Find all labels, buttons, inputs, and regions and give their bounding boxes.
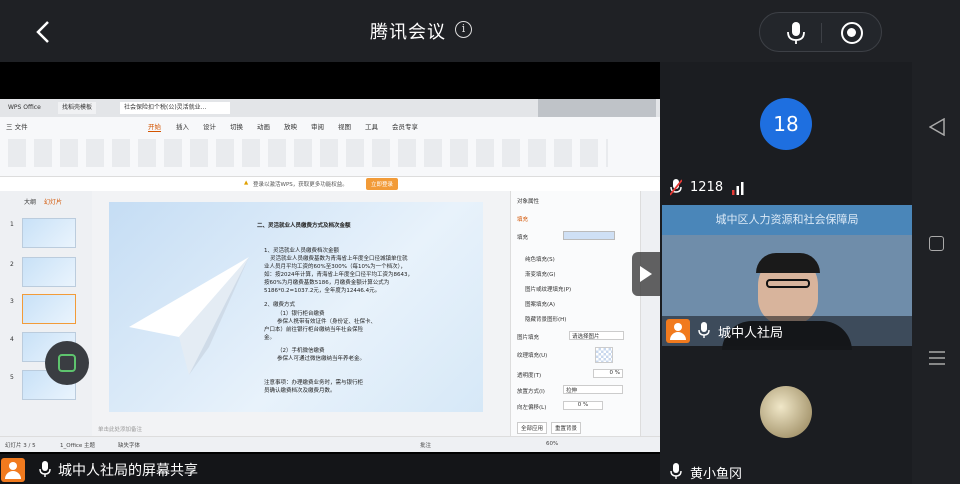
radio-solid-fill[interactable]: 纯色填充(S) <box>525 255 555 263</box>
reset-bg-button[interactable]: 重置背景 <box>551 422 582 434</box>
floating-widget[interactable] <box>45 341 89 385</box>
record-icon[interactable] <box>841 22 863 44</box>
participant-name: 城中人社局 <box>718 326 784 341</box>
offset-input[interactable]: 0 % <box>563 401 603 410</box>
status-bar: 幻灯片 3 / 5 1_Office 主题 缺失字体 批注 60% <box>0 436 660 452</box>
divider <box>821 23 822 43</box>
slide-thumbnail-selected[interactable] <box>22 294 76 324</box>
slides-tab[interactable]: 幻灯片 <box>44 197 62 206</box>
widget-icon <box>58 354 76 372</box>
tab-wps[interactable]: WPS Office <box>4 102 45 114</box>
outline-tab[interactable]: 大纲 <box>24 197 36 206</box>
participant-tile[interactable]: 18 1218 <box>662 62 912 202</box>
menu-member[interactable]: 会员专享 <box>392 121 418 131</box>
fill-color-swatch[interactable] <box>563 231 615 240</box>
info-icon[interactable]: i <box>455 21 472 38</box>
top-bar: 腾讯会议 i <box>0 0 912 62</box>
video-banner: 城中区人力资源和社会保障局 <box>662 205 912 235</box>
slide-thumbnail[interactable] <box>22 218 76 248</box>
system-navbar <box>912 0 960 484</box>
zoom-level[interactable]: 60% <box>546 441 558 447</box>
browser-tabs: WPS Office 找稻壳模板 社会保险扣个税(公)灵活就业... <box>0 99 660 135</box>
menu-animation[interactable]: 动画 <box>257 121 270 131</box>
name-bar: 城中人社局 <box>662 316 912 346</box>
participant-tile[interactable]: 黄小鱼冈 <box>662 350 912 484</box>
mic-icon <box>670 463 682 479</box>
pane-tab-fill[interactable]: 填充 <box>517 215 528 223</box>
comments-button[interactable]: 批注 <box>420 441 431 449</box>
nav-home-icon[interactable] <box>929 236 944 251</box>
tab-template[interactable]: 找稻壳模板 <box>58 102 97 114</box>
participant-name: 1218 <box>690 180 724 195</box>
apply-all-button[interactable]: 全部应用 <box>517 422 548 434</box>
warning-icon: ▲ <box>244 180 249 186</box>
avatar <box>1 458 25 482</box>
property-pane: 对象属性 填充 填充 纯色填充(S) 渐变填充(G) 图片或纹理填充(P) 图案… <box>510 191 640 436</box>
menu-view[interactable]: 视图 <box>338 121 351 131</box>
placement-select[interactable]: 拉伸 <box>563 385 623 394</box>
mic-icon[interactable] <box>785 21 807 45</box>
play-arrow-icon <box>640 266 652 282</box>
glasses <box>766 279 810 288</box>
meeting-title: 腾讯会议 <box>370 22 446 43</box>
mic-icon <box>39 461 51 477</box>
fill-section: 填充 <box>517 235 529 241</box>
menu-slideshow[interactable]: 放映 <box>284 121 297 131</box>
transparency-input[interactable]: 0 % <box>593 369 623 378</box>
login-button[interactable]: 立即登录 <box>366 178 399 190</box>
share-label: 城中人社局的屏幕共享 <box>58 463 198 479</box>
audio-controls <box>759 12 882 52</box>
slide-heading: 二、灵活就业人员缴费方式及档次金额 <box>257 223 351 229</box>
pane-title: 对象属性 <box>517 199 540 205</box>
menu-design[interactable]: 设计 <box>203 121 216 131</box>
checkbox-hide-bg[interactable]: 隐藏背景图形(H) <box>525 315 566 323</box>
font-missing[interactable]: 缺失字体 <box>118 441 140 449</box>
share-label-bar: 城中人社局的屏幕共享 <box>0 454 660 484</box>
signal-icon <box>732 182 744 195</box>
radio-picture-fill[interactable]: 图片或纹理填充(P) <box>525 285 571 293</box>
notes-placeholder[interactable]: 单击此处添加备注 <box>98 425 142 433</box>
menu-tools[interactable]: 工具 <box>365 121 378 131</box>
mic-muted-icon <box>670 179 682 196</box>
menu-review[interactable]: 审阅 <box>311 121 324 131</box>
ribbon: 三 文件 开始 插入 设计 切换 动画 放映 审阅 视图 工具 会员专享 <box>0 117 660 177</box>
back-icon[interactable] <box>30 18 58 46</box>
next-page-button[interactable] <box>632 252 660 296</box>
login-notice: ▲ 登录以激活WPS，获取更多功能权益。 立即登录 <box>0 177 660 191</box>
radio-gradient-fill[interactable]: 渐变填充(G) <box>525 270 556 278</box>
menu-home[interactable]: 开始 <box>148 121 161 132</box>
mic-icon <box>698 322 710 338</box>
paper-plane-icon <box>129 257 249 375</box>
avatar: 18 <box>760 98 812 150</box>
participant-tile-video[interactable]: 城中区人力资源和社会保障局 城中人社局 <box>662 205 912 351</box>
nav-menu-icon[interactable] <box>928 350 946 366</box>
tab-document[interactable]: 社会保险扣个税(公)灵活就业... <box>120 102 230 114</box>
toolbar-buttons[interactable] <box>8 139 608 167</box>
avatar <box>760 386 812 438</box>
nav-back-icon[interactable] <box>929 118 945 136</box>
menu-transition[interactable]: 切换 <box>230 121 243 131</box>
texture-swatch[interactable] <box>595 347 613 363</box>
wps-presentation: WPS Office 找稻壳模板 社会保险扣个税(公)灵活就业... 三 文件 … <box>0 99 660 452</box>
participant-name: 黄小鱼冈 <box>690 467 743 482</box>
menu-insert[interactable]: 插入 <box>176 121 189 131</box>
participant-list: 18 1218 城中区人力资源和社会保障局 城中人社局 黄小鱼冈 <box>662 62 912 484</box>
radio-pattern-fill[interactable]: 图案填充(A) <box>525 300 555 308</box>
slide-panel: 大纲 幻灯片 1 2 3 4 5 <box>0 191 92 436</box>
video-hair <box>756 253 820 273</box>
menu-file[interactable]: 三 文件 <box>6 121 28 131</box>
avatar <box>666 319 690 343</box>
side-toolbar[interactable] <box>640 191 660 436</box>
slide-thumbnail[interactable] <box>22 257 76 287</box>
slide-canvas[interactable]: 二、灵活就业人员缴费方式及档次金额 1、灵活就业人员缴费档次金额 灵活就业人员缴… <box>109 202 483 412</box>
picture-select[interactable]: 请选择图片 <box>569 331 624 340</box>
